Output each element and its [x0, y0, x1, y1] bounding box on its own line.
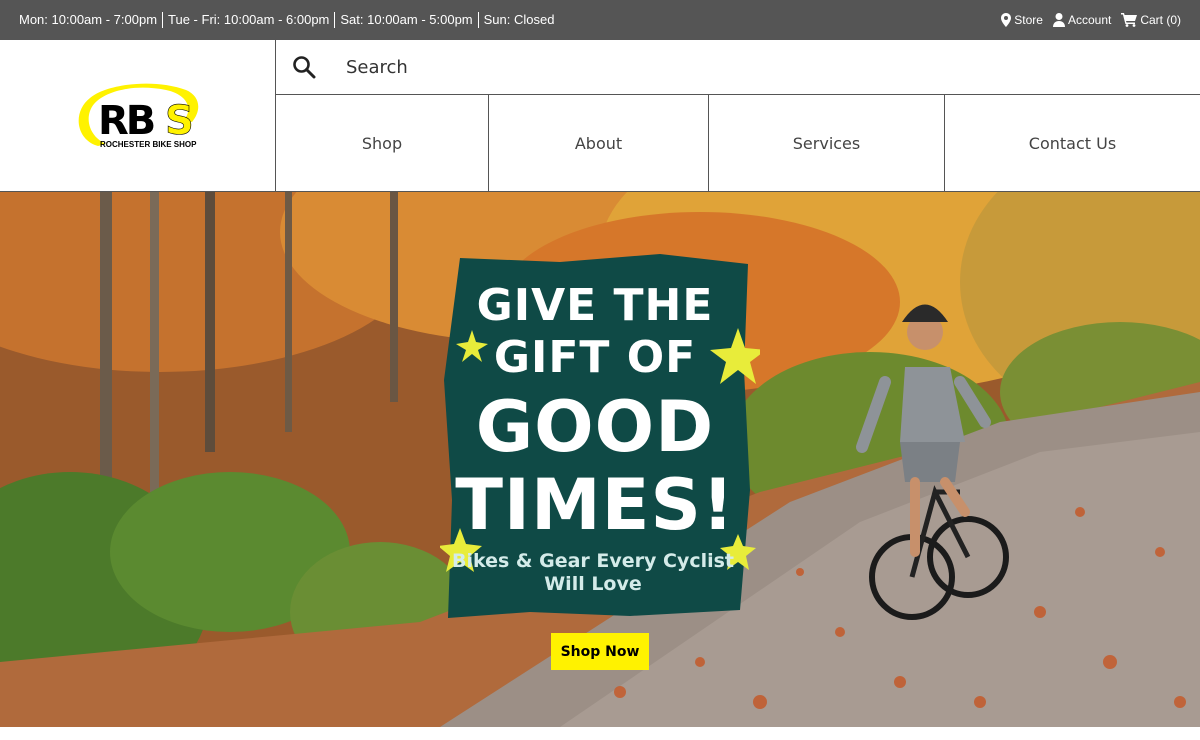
site-logo-link[interactable]: RB S ROCHESTER BIKE SHOP: [74, 80, 202, 152]
promo-headline-line-4: TIMES!: [455, 464, 735, 546]
cart-link[interactable]: Cart (0): [1121, 13, 1181, 27]
shop-now-button[interactable]: Shop Now: [551, 633, 649, 670]
nav-item-about[interactable]: About: [489, 95, 709, 191]
logo-tagline: ROCHESTER BIKE SHOP: [100, 140, 197, 149]
shopping-cart-icon: [1121, 13, 1138, 27]
hours-mon: Mon: 10:00am - 7:00pm: [19, 12, 158, 27]
main-nav: Shop About Services Contact Us: [276, 95, 1200, 192]
logo-area: RB S ROCHESTER BIKE SHOP: [0, 40, 276, 192]
search-bar: [276, 40, 1200, 95]
cart-link-label: Cart (0): [1140, 13, 1181, 27]
promo-panel: GIVE THE GIFT OF GOOD TIMES! Bikes & Gea…: [440, 250, 760, 622]
nav-item-shop[interactable]: Shop: [276, 95, 489, 191]
utility-links: Store Account Cart (0): [1001, 13, 1181, 27]
user-icon: [1052, 13, 1065, 27]
store-link-label: Store: [1014, 13, 1043, 27]
promo-headline-line-1: GIVE THE: [476, 280, 714, 331]
promo-subline: Bikes & Gear Every Cyclist Will Love: [451, 550, 735, 595]
store-hours: Mon: 10:00am - 7:00pm Tue - Fri: 10:00am…: [19, 12, 559, 28]
promo-headline-line-3: GOOD: [475, 386, 715, 468]
nav-item-services[interactable]: Services: [709, 95, 945, 191]
promo-headline-line-2: GIFT OF: [493, 332, 697, 383]
hours-sun: Sun: Closed: [477, 12, 560, 28]
nav-item-contact-us[interactable]: Contact Us: [945, 95, 1200, 191]
store-link[interactable]: Store: [1001, 13, 1043, 27]
account-link-label: Account: [1067, 13, 1112, 27]
hours-sat: Sat: 10:00am - 5:00pm: [334, 12, 477, 28]
account-link[interactable]: Account: [1052, 13, 1112, 27]
top-bar: Mon: 10:00am - 7:00pm Tue - Fri: 10:00am…: [0, 0, 1200, 40]
search-input[interactable]: [346, 47, 1126, 87]
svg-text:S: S: [165, 98, 194, 144]
svg-text:RB: RB: [98, 98, 154, 144]
rbs-logo: RB S ROCHESTER BIKE SHOP: [78, 83, 198, 149]
hero-banner: GIVE THE GIFT OF GOOD TIMES! Bikes & Gea…: [0, 192, 1200, 727]
search-icon[interactable]: [292, 55, 316, 79]
map-pin-icon: [1001, 13, 1012, 27]
hours-tue-fri: Tue - Fri: 10:00am - 6:00pm: [162, 12, 334, 28]
